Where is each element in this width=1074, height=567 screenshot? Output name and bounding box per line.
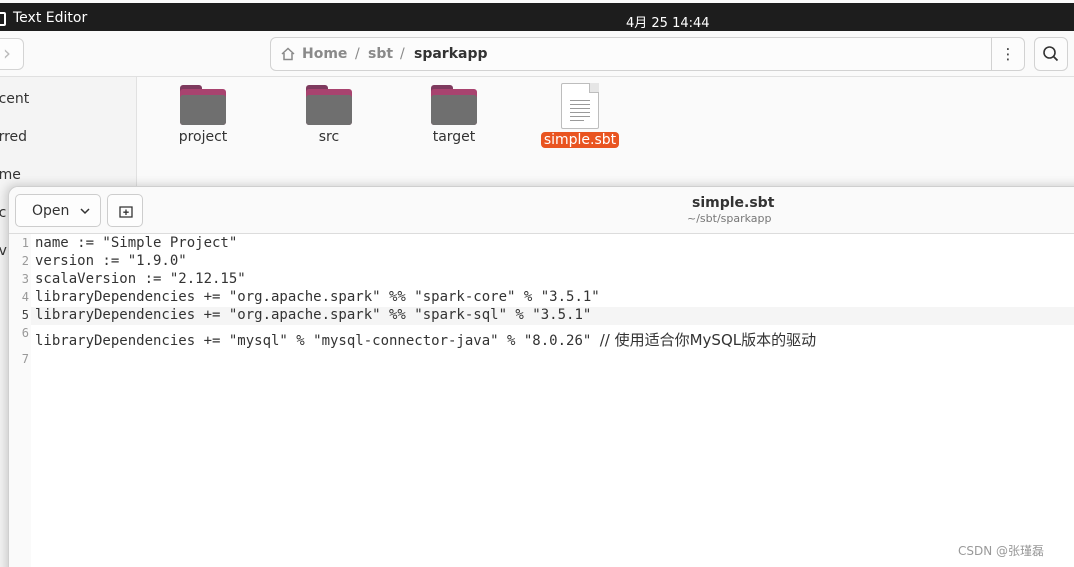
sidebar-item-downloads[interactable]: ov [0, 243, 7, 259]
folder-item[interactable]: target [399, 83, 509, 145]
folder-icon [180, 83, 226, 125]
text-editor-app-icon [0, 12, 6, 26]
document-path: ~/sbt/sparkapp [687, 212, 772, 225]
line-number: 4 [21, 290, 29, 304]
folder-item[interactable]: src [274, 83, 384, 145]
line-number: 2 [21, 254, 29, 268]
forward-button[interactable]: › [0, 38, 24, 70]
new-tab-button[interactable] [107, 194, 143, 227]
code-comment: // 使用适合你MySQL版本的驱动 [599, 331, 817, 349]
file-grid: project src target simple.sbt [138, 77, 1074, 197]
clock[interactable]: 4月 25 14:44 [626, 12, 710, 31]
kebab-menu-icon: ⋮ [1000, 45, 1016, 63]
path-menu-button[interactable]: ⋮ [991, 37, 1025, 71]
breadcrumb-home[interactable]: Home [302, 46, 347, 62]
chevron-down-icon [80, 208, 90, 215]
path-bar[interactable]: Home / sbt / sparkapp [270, 37, 992, 71]
file-label: target [432, 129, 476, 145]
text-file-icon [561, 83, 599, 129]
editor-header-bar: Open simple.sbt ~/sbt/sparkapp [9, 187, 1074, 234]
search-button[interactable] [1034, 37, 1068, 71]
folder-icon [306, 83, 352, 125]
breadcrumb-sparkapp[interactable]: sparkapp [414, 46, 488, 62]
line-number: 6 [21, 326, 29, 340]
file-label-selected: simple.sbt [540, 132, 620, 148]
code-line-current[interactable]: libraryDependencies += "org.apache.spark… [35, 307, 591, 323]
breadcrumb-sbt[interactable]: sbt [368, 46, 393, 62]
code-line[interactable]: name := "Simple Project" [35, 235, 237, 251]
code-line[interactable]: version := "1.9.0" [35, 253, 187, 269]
app-menu-title[interactable]: Text Editor [13, 10, 87, 26]
code-line[interactable]: libraryDependencies += "mysql" % "mysql-… [35, 329, 816, 350]
open-button[interactable]: Open [15, 194, 101, 227]
sidebar-item-recent[interactable]: ecent [0, 91, 29, 107]
code-text: libraryDependencies += "mysql" % "mysql-… [35, 333, 600, 349]
line-number: 3 [21, 272, 29, 286]
line-number-current: 5 [21, 308, 29, 322]
code-line[interactable]: scalaVersion := "2.12.15" [35, 271, 246, 287]
line-number-gutter: 1 2 3 4 5 6 7 [9, 234, 31, 567]
file-item-selected[interactable]: simple.sbt [525, 83, 635, 148]
file-label: src [318, 129, 340, 145]
file-manager-header: › Home / sbt / sparkapp ⋮ [0, 31, 1074, 77]
code-line[interactable]: libraryDependencies += "org.apache.spark… [35, 289, 600, 305]
breadcrumb-separator: / [400, 46, 405, 62]
sidebar-item-documents[interactable]: oc [0, 205, 6, 221]
top-bar-panel: Text Editor 4月 25 14:44 [0, 3, 1074, 31]
top-bar: Text Editor 4月 25 14:44 [0, 0, 1074, 31]
new-tab-icon [119, 206, 133, 218]
search-icon [1043, 46, 1059, 62]
document-title: simple.sbt [692, 195, 775, 211]
sidebar-item-starred[interactable]: arred [0, 129, 27, 145]
sidebar-item-home[interactable]: ome [0, 167, 21, 183]
file-label: project [178, 129, 228, 145]
folder-item[interactable]: project [148, 83, 258, 145]
chevron-right-icon: › [3, 41, 11, 65]
text-editor-window: Open simple.sbt ~/sbt/sparkapp 1 2 3 4 5… [8, 186, 1074, 567]
home-icon [281, 47, 295, 61]
open-button-label: Open [32, 203, 70, 219]
folder-icon [431, 83, 477, 125]
line-number: 7 [21, 352, 29, 366]
line-number: 1 [21, 236, 29, 250]
breadcrumb-separator: / [355, 46, 360, 62]
watermark: CSDN @张瑾磊 [958, 544, 1045, 558]
